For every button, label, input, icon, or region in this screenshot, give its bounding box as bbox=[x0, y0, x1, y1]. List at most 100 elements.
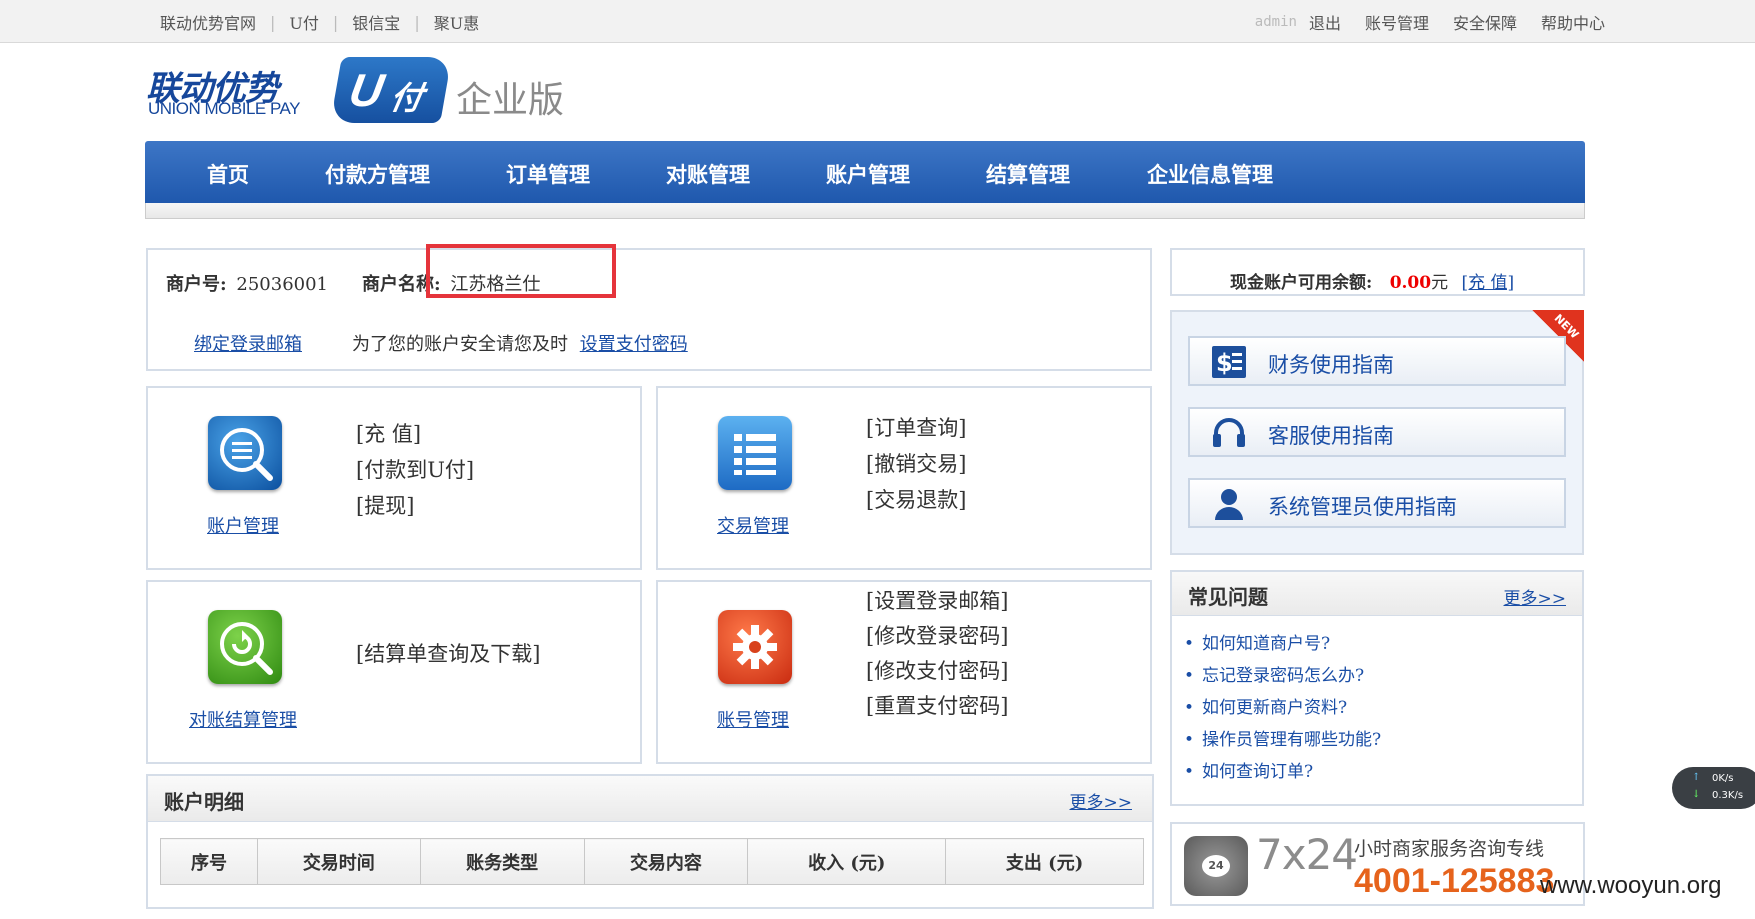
cancel-transaction-link[interactable]: [撤销交易] bbox=[866, 446, 966, 482]
security-link[interactable]: 安全保障 bbox=[1453, 10, 1517, 34]
hotline-number: 4001-125883 bbox=[1354, 862, 1555, 900]
nav-account-management[interactable]: 账户管理 bbox=[826, 159, 910, 189]
account-detail-header: 账户明细 更多>> bbox=[148, 776, 1152, 822]
upload-arrow-icon: ↑ bbox=[1692, 772, 1701, 783]
trade-card-links: [订单查询] [撤销交易] [交易退款] bbox=[866, 410, 966, 518]
brand-logo[interactable]: 联动优势 UNION MOBILE PAY U 付 企业版 bbox=[146, 55, 566, 125]
divider: | bbox=[332, 12, 339, 32]
merchant-id-label: 商户号: bbox=[166, 274, 227, 295]
divider: | bbox=[414, 12, 420, 32]
phone-icon-badge: 24 bbox=[1202, 855, 1230, 877]
nav-payer-management[interactable]: 付款方管理 bbox=[325, 159, 430, 189]
top-link-upay[interactable]: U付 bbox=[289, 10, 319, 34]
account-detail-table: 序号 交易时间 账务类型 交易内容 收入 (元) 支出 (元) bbox=[160, 838, 1144, 885]
faq-item[interactable]: 如何知道商户号? bbox=[1184, 628, 1381, 660]
top-link-yinxinbao[interactable]: 银信宝 bbox=[352, 10, 400, 34]
col-expense: 支出 (元) bbox=[945, 838, 1144, 885]
logo-english: UNION MOBILE PAY bbox=[148, 99, 300, 118]
trade-management-card: 交易管理 [订单查询] [撤销交易] [交易退款] bbox=[656, 386, 1152, 570]
faq-header: 常见问题 更多>> bbox=[1172, 572, 1582, 616]
faq-panel: 常见问题 更多>> 如何知道商户号? 忘记登录密码怎么办? 如何更新商户资料? … bbox=[1170, 570, 1584, 806]
logout-link[interactable]: 退出 bbox=[1309, 10, 1341, 34]
current-username: admin bbox=[1254, 14, 1297, 30]
divider: | bbox=[270, 12, 276, 32]
faq-item[interactable]: 操作员管理有哪些功能? bbox=[1184, 724, 1381, 756]
faq-more-link[interactable]: 更多>> bbox=[1504, 584, 1567, 609]
faq-item[interactable]: 忘记登录密码怎么办? bbox=[1184, 660, 1381, 692]
balance-panel: 现金账户可用余额: 0.00元 [充 值] bbox=[1170, 248, 1585, 296]
main-nav: 首页 付款方管理 订单管理 对账管理 账户管理 结算管理 企业信息管理 bbox=[145, 141, 1585, 203]
nav-settlement-management[interactable]: 结算管理 bbox=[986, 159, 1070, 189]
reset-payment-password-link[interactable]: [重置支付密码] bbox=[866, 689, 1008, 724]
phone-icon: 24 bbox=[1184, 836, 1248, 896]
top-link-juuhui[interactable]: 聚U惠 bbox=[434, 10, 480, 34]
col-time: 交易时间 bbox=[256, 838, 421, 885]
highlight-box bbox=[426, 244, 616, 298]
download-speed: 0.3K/s bbox=[1712, 790, 1744, 801]
account-management-caption[interactable]: 账户管理 bbox=[148, 512, 338, 538]
nav-subbar bbox=[145, 203, 1585, 219]
help-center-link[interactable]: 帮助中心 bbox=[1541, 10, 1605, 34]
logo-u: U bbox=[345, 64, 388, 116]
customer-service-guide-button[interactable]: 客服使用指南 bbox=[1188, 407, 1566, 457]
account-detail-more-link[interactable]: 更多>> bbox=[1070, 788, 1133, 813]
account-management-link[interactable]: 账号管理 bbox=[1365, 10, 1429, 34]
set-payment-password-link[interactable]: 设置支付密码 bbox=[580, 334, 688, 355]
magnifier-account-icon[interactable] bbox=[208, 416, 282, 490]
nav-order-management[interactable]: 订单管理 bbox=[506, 159, 590, 189]
profile-management-caption[interactable]: 账号管理 bbox=[658, 706, 848, 732]
merchant-info-panel: 商户号: 25036001 商户名称: 江苏格兰仕 绑定登录邮箱 为了您的账户安… bbox=[146, 248, 1152, 371]
security-tip-row: 为了您的账户安全请您及时 设置支付密码 bbox=[352, 330, 688, 356]
recharge-link[interactable]: [充 值] bbox=[356, 416, 474, 452]
top-bar: 联动优势官网 | U付 | 银信宝 | 聚U惠 admin 退出 账号管理 安全… bbox=[0, 0, 1755, 43]
user-icon bbox=[1212, 488, 1246, 520]
bind-email-link[interactable]: 绑定登录邮箱 bbox=[194, 330, 302, 356]
nav-enterprise-info-management[interactable]: 企业信息管理 bbox=[1147, 159, 1273, 189]
faq-list: 如何知道商户号? 忘记登录密码怎么办? 如何更新商户资料? 操作员管理有哪些功能… bbox=[1184, 628, 1381, 788]
reconciliation-card: 对账结算管理 [结算单查询及下载] bbox=[146, 580, 642, 764]
admin-guide-label: 系统管理员使用指南 bbox=[1268, 495, 1457, 519]
reconciliation-caption[interactable]: 对账结算管理 bbox=[148, 706, 338, 732]
top-links-left: 联动优势官网 | U付 | 银信宝 | 聚U惠 bbox=[160, 10, 479, 34]
col-index: 序号 bbox=[160, 838, 258, 885]
change-payment-password-link[interactable]: [修改支付密码] bbox=[866, 654, 1008, 689]
watermark: www.wooyun.org bbox=[1540, 872, 1722, 899]
order-query-link[interactable]: [订单查询] bbox=[866, 410, 966, 446]
logo-edition: 企业版 bbox=[456, 80, 565, 121]
trade-management-caption[interactable]: 交易管理 bbox=[658, 512, 848, 538]
list-icon[interactable] bbox=[718, 416, 792, 490]
gear-icon[interactable] bbox=[718, 610, 792, 684]
balance-row: 现金账户可用余额: 0.00元 [充 值] bbox=[1230, 268, 1514, 293]
statement-download-link[interactable]: [结算单查询及下载] bbox=[356, 636, 540, 672]
withdraw-link[interactable]: [提现] bbox=[356, 488, 474, 524]
admin-guide-button[interactable]: 系统管理员使用指南 bbox=[1188, 478, 1566, 528]
faq-item[interactable]: 如何更新商户资料? bbox=[1184, 692, 1381, 724]
svg-text:$: $ bbox=[1216, 349, 1233, 377]
nav-home[interactable]: 首页 bbox=[207, 159, 249, 189]
set-login-email-link[interactable]: [设置登录邮箱] bbox=[866, 584, 1008, 619]
hotline-banner: 24 7x24 小时商家服务咨询专线 4001-125883 bbox=[1170, 822, 1585, 906]
logo-fu: 付 bbox=[387, 80, 426, 116]
balance-recharge-link[interactable]: [充 值] bbox=[1462, 273, 1515, 293]
nav-reconciliation-management[interactable]: 对账管理 bbox=[666, 159, 750, 189]
balance-amount: 0.00 bbox=[1389, 273, 1432, 293]
customer-service-guide-label: 客服使用指南 bbox=[1268, 424, 1394, 448]
refresh-magnifier-icon[interactable] bbox=[208, 610, 282, 684]
change-login-password-link[interactable]: [修改登录密码] bbox=[866, 619, 1008, 654]
pay-to-upay-link[interactable]: [付款到U付] bbox=[356, 452, 474, 488]
upload-speed: 0K/s bbox=[1712, 773, 1734, 784]
balance-label: 现金账户可用余额: bbox=[1230, 273, 1373, 293]
top-links-right: admin 退出 账号管理 安全保障 帮助中心 bbox=[1255, 10, 1605, 34]
faq-item[interactable]: 如何查询订单? bbox=[1184, 756, 1381, 788]
transaction-refund-link[interactable]: [交易退款] bbox=[866, 482, 966, 518]
col-content: 交易内容 bbox=[583, 838, 749, 885]
finance-guide-button[interactable]: $ 财务使用指南 bbox=[1188, 336, 1566, 386]
merchant-id-value: 25036001 bbox=[236, 274, 329, 295]
table-header-row: 序号 交易时间 账务类型 交易内容 收入 (元) 支出 (元) bbox=[160, 838, 1144, 885]
col-income: 收入 (元) bbox=[747, 838, 947, 885]
security-tip-text: 为了您的账户安全请您及时 bbox=[352, 334, 568, 355]
hotline-description: 小时商家服务咨询专线 bbox=[1354, 838, 1545, 860]
download-arrow-icon: ↓ bbox=[1692, 789, 1701, 800]
reconcile-card-links: [结算单查询及下载] bbox=[356, 636, 540, 672]
top-link-official-site[interactable]: 联动优势官网 bbox=[160, 10, 256, 34]
